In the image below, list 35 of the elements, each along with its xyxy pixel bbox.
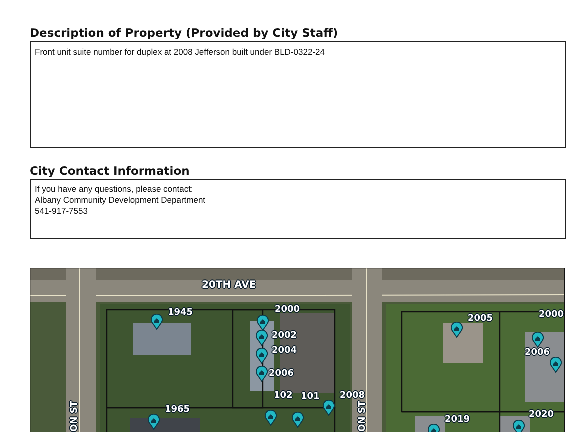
map-pin-icon[interactable] (151, 314, 163, 330)
section-heading: Description of Property (Provided by City Staff) (30, 26, 340, 40)
address-label: 2002 (272, 331, 298, 341)
street-label: ON ST (70, 401, 80, 432)
section-heading: City Contact Information (30, 164, 191, 178)
address-label: 2006 (525, 348, 550, 358)
map-pin-icon[interactable] (513, 420, 525, 432)
contact-text: 541-917-7553 (35, 206, 88, 217)
map-pin-icon[interactable] (256, 348, 268, 364)
map-pin-icon[interactable] (451, 322, 463, 338)
address-label: 2006 (269, 369, 294, 379)
map-pin-icon[interactable] (323, 400, 335, 416)
address-label: 1945 (168, 308, 194, 318)
map-pin-icon[interactable] (148, 414, 160, 430)
address-label: 2004 (272, 346, 298, 356)
street-label: ON ST (358, 401, 368, 432)
map-pin-icon[interactable] (256, 330, 268, 346)
address-label: 2000 (539, 310, 564, 320)
address-label: 101 (301, 392, 320, 402)
address-label: 2005 (468, 314, 494, 324)
street-label: 20TH AVE (202, 281, 256, 291)
map-pin-icon[interactable] (532, 332, 544, 348)
address-label: 102 (274, 391, 293, 401)
map-pin-icon[interactable] (550, 357, 562, 373)
map-pin-icon[interactable] (256, 366, 268, 382)
contact-text: Albany Community Development Department (35, 195, 206, 206)
map-pin-icon[interactable] (292, 412, 304, 428)
address-label: 2020 (529, 410, 554, 420)
contact-text: If you have any questions, please contact: (35, 184, 194, 195)
map-pin-icon[interactable] (265, 410, 277, 426)
address-label: 1965 (165, 405, 190, 415)
address-label: 2000 (275, 305, 300, 315)
address-label: 2019 (445, 415, 470, 425)
description-text: Front unit suite number for duplex at 2008 Jefferson built under BLD-0322-24 (35, 47, 325, 58)
map-pin-icon[interactable] (257, 315, 269, 331)
